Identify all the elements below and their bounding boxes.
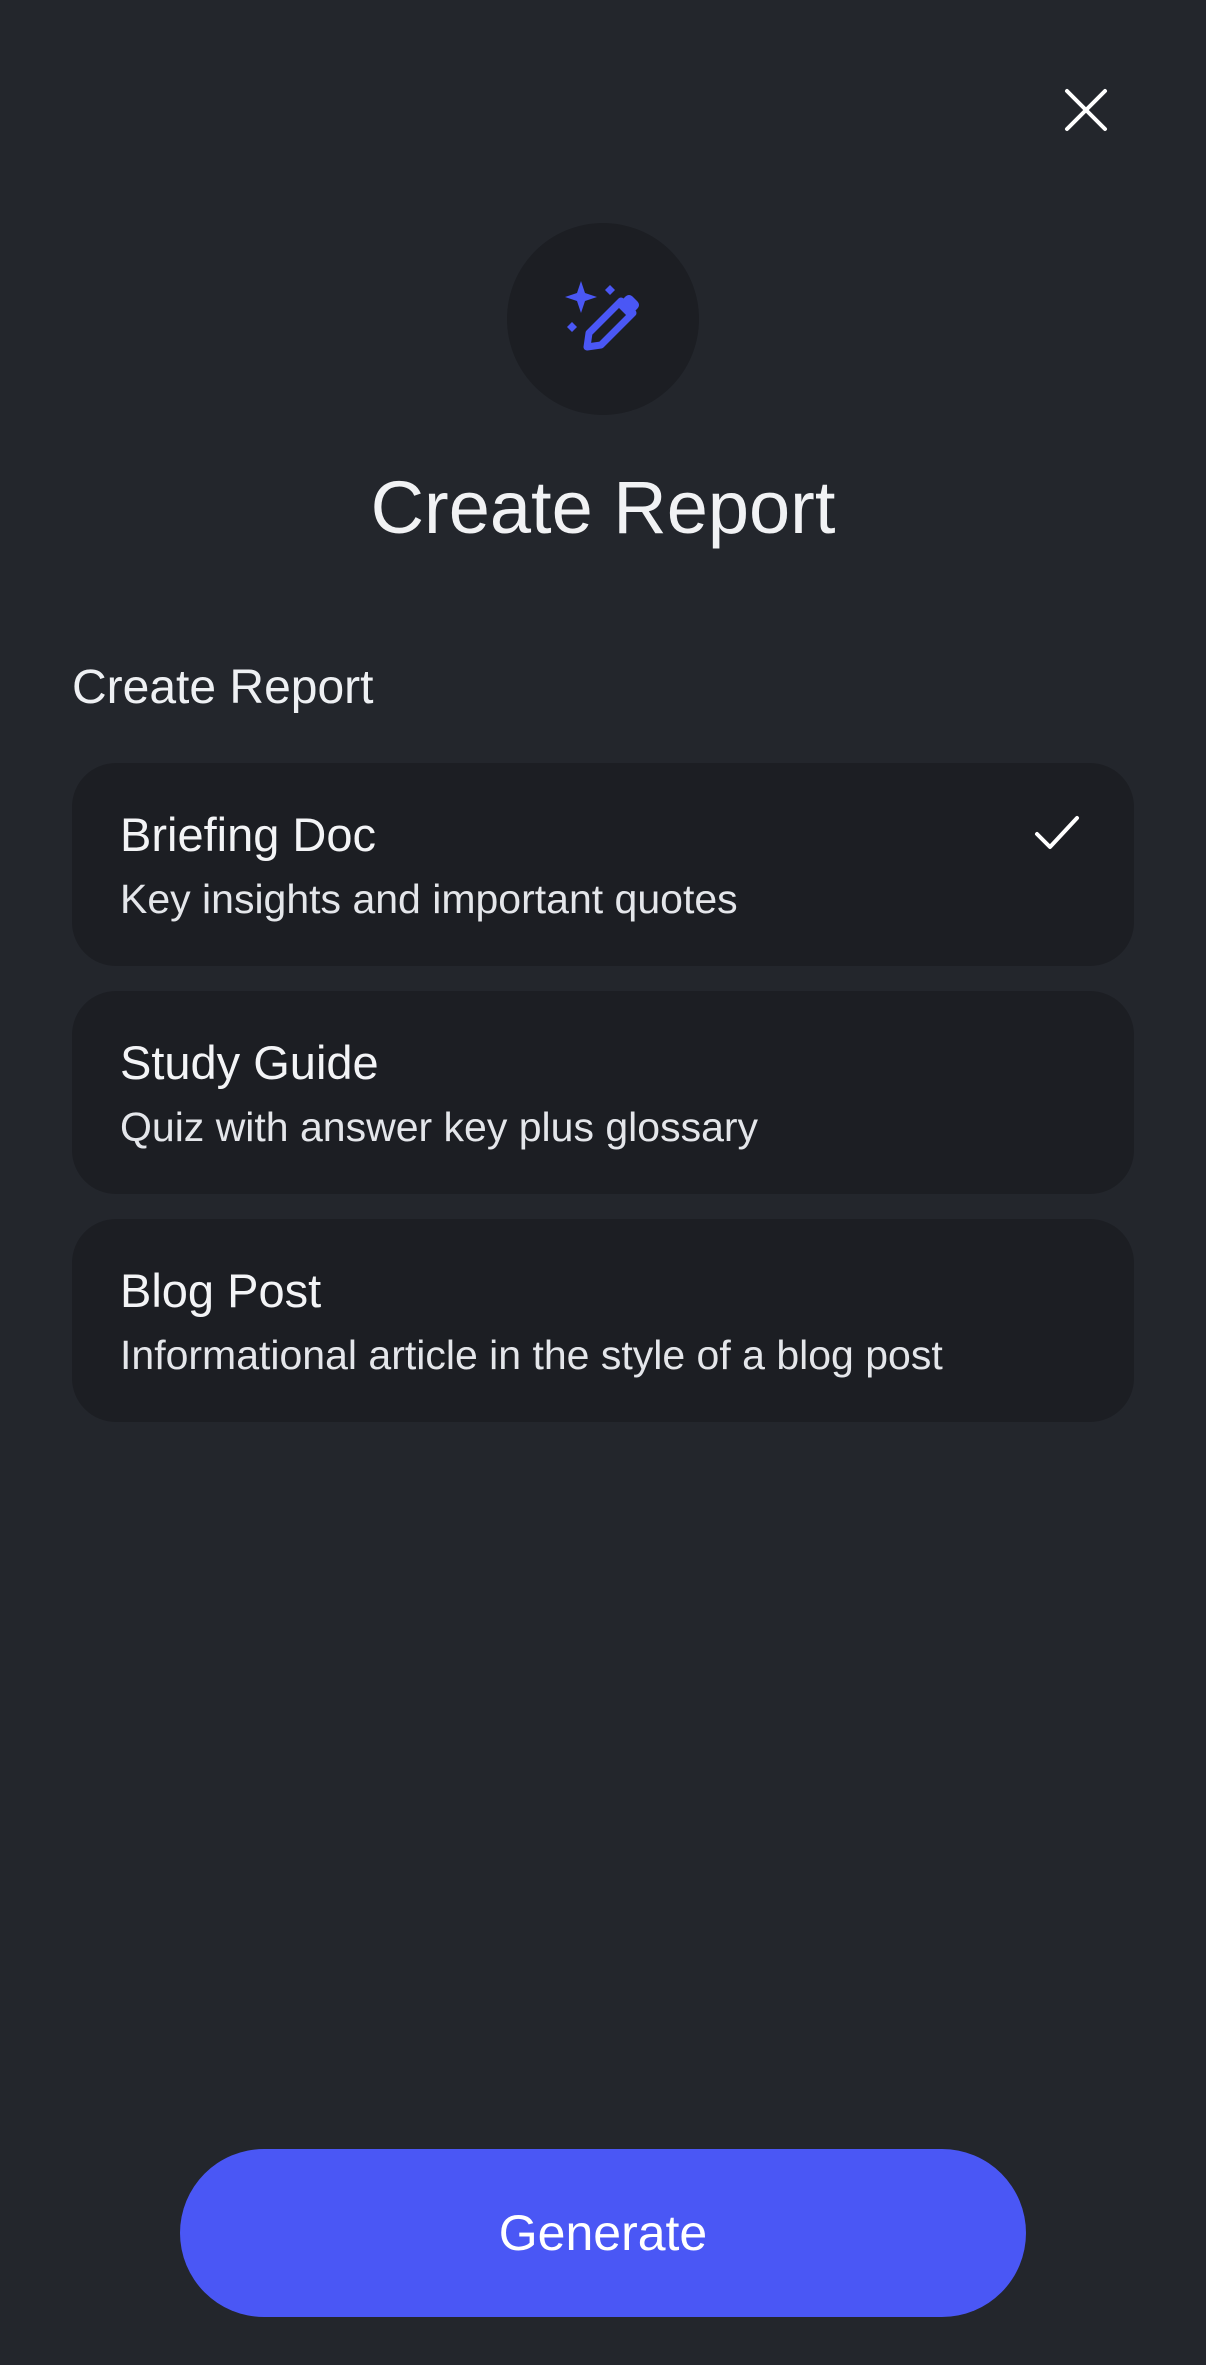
magic-pen-icon — [565, 281, 639, 351]
close-button[interactable] — [1038, 62, 1134, 158]
option-briefing-doc[interactable]: Briefing Doc Key insights and important … — [72, 763, 1134, 966]
checkmark-icon — [1035, 816, 1079, 849]
option-title: Study Guide — [120, 1036, 379, 1089]
option-description: Informational article in the style of a … — [120, 1332, 943, 1378]
report-options-list: Briefing Doc Key insights and important … — [72, 763, 1134, 1447]
generate-button[interactable]: Generate — [180, 2149, 1026, 2317]
option-title: Briefing Doc — [120, 808, 376, 861]
section-label: Create Report — [72, 661, 374, 714]
option-blog-post[interactable]: Blog Post Informational article in the s… — [72, 1219, 1134, 1422]
option-description: Key insights and important quotes — [120, 876, 738, 922]
option-study-guide[interactable]: Study Guide Quiz with answer key plus gl… — [72, 991, 1134, 1194]
option-description: Quiz with answer key plus glossary — [120, 1104, 759, 1150]
page-title: Create Report — [370, 466, 836, 549]
hero-icon-circle — [507, 223, 699, 415]
option-title: Blog Post — [120, 1264, 322, 1317]
close-icon — [1065, 89, 1107, 131]
